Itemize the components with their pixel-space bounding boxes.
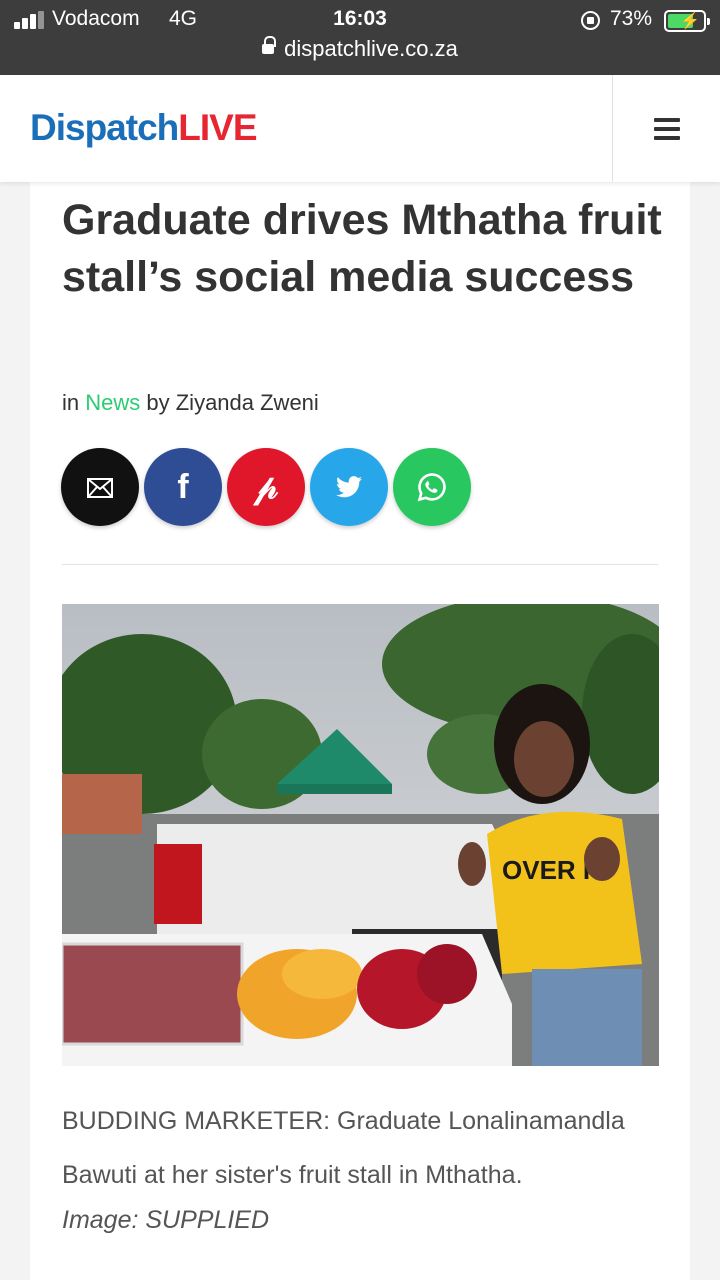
address-bar[interactable]: dispatchlive.co.za [0, 36, 720, 66]
logo-dispatch: Dispatch [30, 107, 179, 148]
site-header: DispatchLIVE [0, 75, 720, 182]
article-photo[interactable]: OVER IT [62, 604, 659, 1066]
whatsapp-icon [417, 472, 446, 502]
facebook-icon: f [177, 468, 189, 506]
divider [62, 564, 658, 565]
photo-caption: BUDDING MARKETER: Graduate Lonalinamandl… [62, 1107, 625, 1189]
share-whatsapp-button[interactable] [393, 448, 471, 526]
twitter-icon [336, 475, 362, 498]
charging-bolt-icon: ⚡ [680, 13, 700, 30]
url-text: dispatchlive.co.za [284, 36, 458, 61]
lock-icon [262, 36, 277, 56]
byline-author: by Ziyanda Zweni [146, 390, 319, 415]
share-facebook-button[interactable]: f [144, 448, 222, 526]
email-icon [87, 478, 113, 499]
battery-percent: 73% [610, 7, 653, 30]
hamburger-menu-icon[interactable] [613, 75, 720, 182]
article: Graduate drives Mthatha fruit stall’s so… [30, 182, 690, 1280]
byline: in News by Ziyanda Zweni [62, 390, 319, 416]
site-logo[interactable]: DispatchLIVE [30, 107, 258, 149]
article-headline: Graduate drives Mthatha fruit stall’s so… [62, 196, 662, 301]
status-bar: Vodacom 4G 16:03 73% ⚡ dispatchlive.co.z… [0, 0, 720, 75]
share-pinterest-button[interactable]: 𝓅 [227, 448, 305, 526]
byline-in: in [62, 390, 80, 415]
rotation-lock-icon [581, 11, 600, 30]
logo-live: LIVE [178, 107, 257, 148]
photo-illustration: OVER IT [62, 604, 659, 1066]
battery-icon: ⚡ [664, 10, 710, 32]
category-link[interactable]: News [85, 390, 140, 415]
pinterest-icon: 𝓅 [253, 467, 279, 507]
photo-credit: Image: SUPPLIED [62, 1206, 270, 1234]
share-twitter-button[interactable] [310, 448, 388, 526]
share-email-button[interactable] [61, 448, 139, 526]
